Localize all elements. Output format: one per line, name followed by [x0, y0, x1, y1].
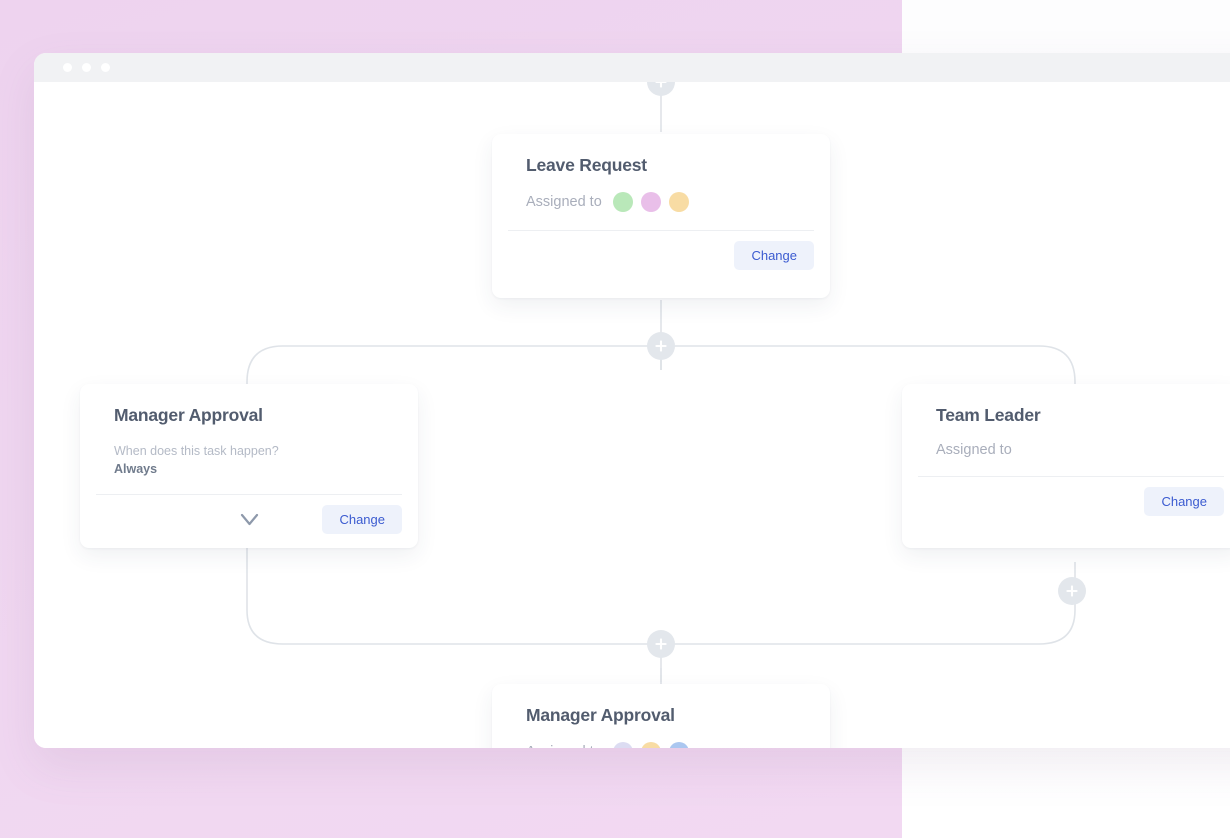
- add-node-before-merge[interactable]: [647, 630, 675, 658]
- node-title: Leave Request: [526, 155, 647, 175]
- avatar-group: [612, 742, 689, 748]
- node-card-leave-request[interactable]: Leave Request Assigned to Change: [492, 134, 830, 298]
- card-body: Manager Approval When does this task hap…: [80, 384, 418, 478]
- avatar[interactable]: [668, 192, 689, 212]
- workflow-canvas[interactable]: Leave Request Assigned to Change Manager…: [34, 82, 1230, 748]
- change-button[interactable]: Change: [734, 241, 814, 270]
- page-root: Leave Request Assigned to Change Manager…: [0, 0, 1230, 838]
- chevron-down-icon: [240, 514, 259, 526]
- plus-icon: [655, 82, 667, 88]
- node-card-manager-approval-left[interactable]: Manager Approval When does this task hap…: [80, 384, 418, 548]
- avatar[interactable]: [640, 192, 661, 212]
- assigned-row: Assigned to: [936, 442, 1206, 458]
- plus-icon: [655, 340, 667, 352]
- assigned-row: Assigned to: [526, 192, 796, 212]
- add-node-top[interactable]: [647, 82, 675, 96]
- assigned-label: Assigned to: [526, 744, 602, 748]
- card-body: Leave Request Assigned to: [492, 134, 830, 212]
- close-dot[interactable]: [63, 63, 72, 72]
- assigned-label: Assigned to: [526, 194, 602, 210]
- change-button[interactable]: Change: [1144, 487, 1224, 516]
- add-node-after-leave-request[interactable]: [647, 332, 675, 360]
- node-card-manager-approval-bottom[interactable]: Manager Approval Assigned to Change: [492, 684, 830, 748]
- node-card-team-leader[interactable]: Team Leader Assigned to Change: [902, 384, 1230, 548]
- avatar-group: [612, 192, 689, 212]
- condition-answer: Always: [114, 462, 158, 477]
- card-body: Manager Approval Assigned to: [492, 684, 830, 748]
- node-title: Manager Approval: [526, 705, 675, 725]
- expand-toggle[interactable]: [236, 507, 262, 533]
- avatar[interactable]: [640, 742, 661, 748]
- condition-question: When does this task happen?: [114, 444, 279, 458]
- card-body: Team Leader Assigned to: [902, 384, 1230, 458]
- card-footer: Change: [492, 231, 830, 282]
- change-button[interactable]: Change: [322, 505, 402, 535]
- card-footer: Change: [902, 477, 1230, 528]
- node-title: Manager Approval: [114, 405, 263, 425]
- browser-window: Leave Request Assigned to Change Manager…: [34, 53, 1230, 748]
- assigned-row: Assigned to: [526, 742, 796, 748]
- card-footer: Change: [80, 495, 418, 546]
- minimize-dot[interactable]: [82, 63, 91, 72]
- avatar[interactable]: [668, 742, 689, 748]
- assigned-label: Assigned to: [936, 442, 1012, 458]
- plus-icon: [1066, 585, 1078, 597]
- window-titlebar: [34, 53, 1230, 82]
- avatar[interactable]: [612, 742, 633, 748]
- maximize-dot[interactable]: [101, 63, 110, 72]
- condition-block: When does this task happen? Always: [114, 442, 384, 478]
- plus-icon: [655, 638, 667, 650]
- avatar[interactable]: [612, 192, 633, 212]
- node-title: Team Leader: [936, 405, 1041, 425]
- add-node-right-branch[interactable]: [1058, 577, 1086, 605]
